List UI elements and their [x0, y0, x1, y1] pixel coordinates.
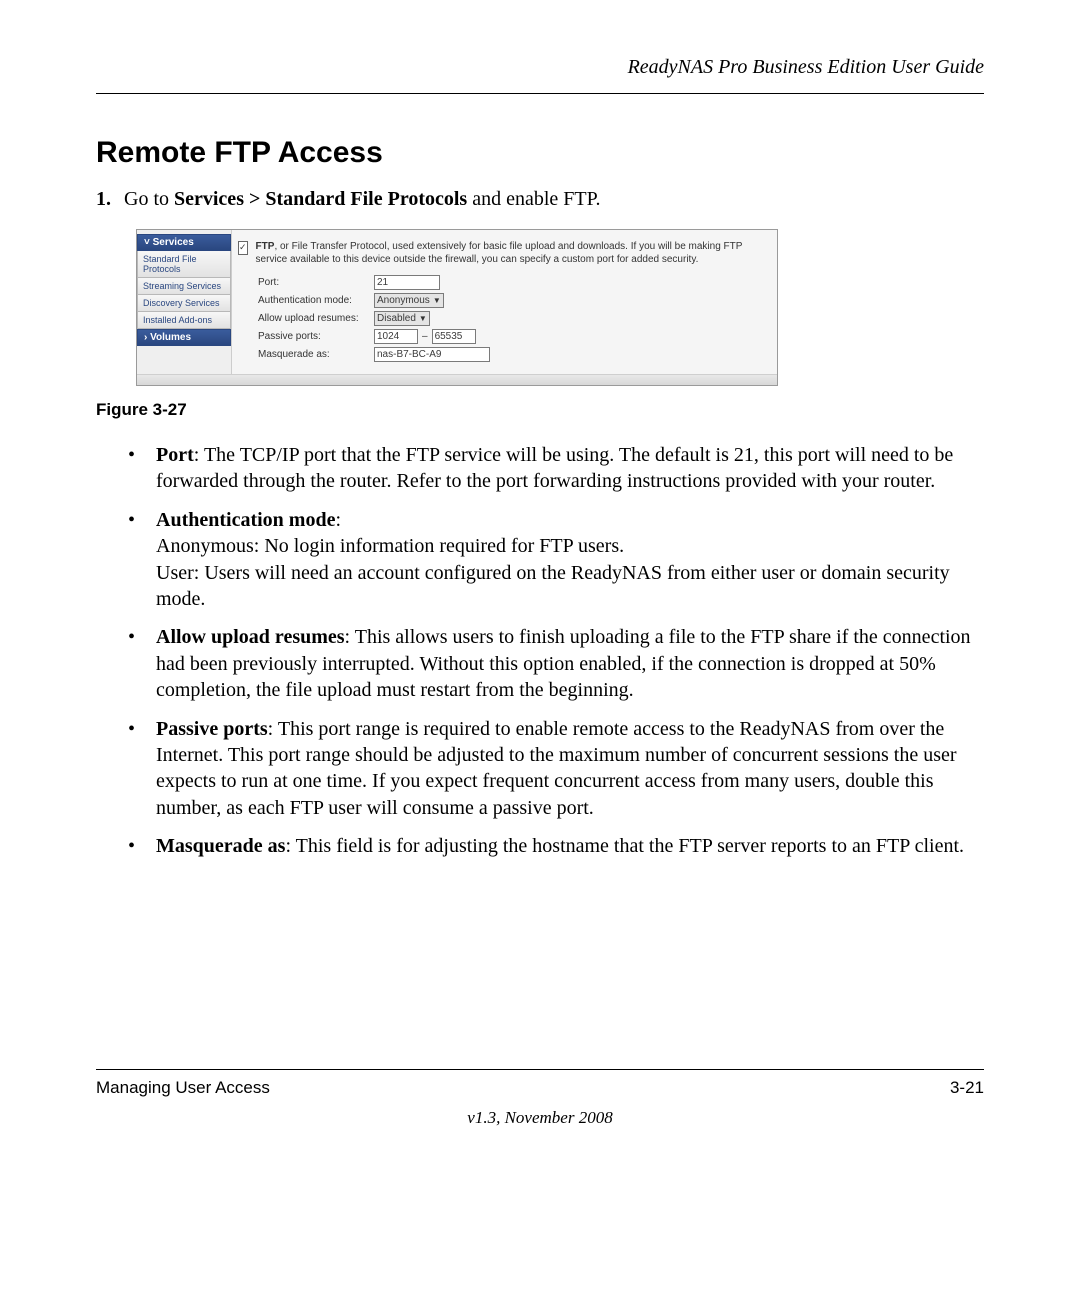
nav-sidebar: ˅ Services Standard File Protocols Strea…: [137, 230, 231, 374]
step-text: Go to Services > Standard File Protocols…: [124, 188, 984, 211]
passive-from-input[interactable]: 1024: [374, 329, 418, 344]
bullet-marker: •: [128, 507, 156, 613]
port-input[interactable]: 21: [374, 275, 440, 290]
masquerade-input[interactable]: nas-B7-BC-A9: [374, 347, 490, 362]
nav-item-installed-addons[interactable]: Installed Add-ons: [137, 312, 231, 329]
nav-header-volumes-label: Volumes: [150, 332, 191, 343]
bullet-resume-label: Allow upload resumes: [156, 626, 345, 648]
header-rule: [96, 93, 984, 94]
bullet-resume: • Allow upload resumes: This allows user…: [128, 624, 984, 703]
passive-to-input[interactable]: 65535: [432, 329, 476, 344]
bullet-port-label: Port: [156, 444, 194, 466]
bullet-passive-text: : This port range is required to enable …: [156, 718, 957, 819]
step-1: 1. Go to Services > Standard File Protoc…: [96, 188, 984, 211]
bullet-auth-line2: User: Users will need an account configu…: [156, 562, 950, 610]
screenshot-bottom-bar: [137, 374, 777, 385]
resume-select[interactable]: Disabled▼: [374, 311, 430, 326]
bullet-auth-colon: :: [335, 509, 341, 531]
ftp-desc-bold: FTP: [256, 241, 275, 252]
footer-row: Managing User Access 3-21: [96, 1078, 984, 1098]
footer-rule: [96, 1069, 984, 1070]
screenshot-ftp-settings: ˅ Services Standard File Protocols Strea…: [136, 229, 778, 386]
bullet-masq-text: : This field is for adjusting the hostna…: [285, 835, 964, 857]
auth-mode-value: Anonymous: [377, 295, 430, 306]
dropdown-icon: ▼: [433, 296, 441, 305]
bullet-passive: • Passive ports: This port range is requ…: [128, 716, 984, 822]
bullet-marker: •: [128, 833, 156, 859]
footer-version: v1.3, November 2008: [96, 1108, 984, 1128]
bullet-port: • Port: The TCP/IP port that the FTP ser…: [128, 442, 984, 495]
auth-mode-select[interactable]: Anonymous▼: [374, 293, 444, 308]
bullet-passive-label: Passive ports: [156, 718, 268, 740]
bullet-auth: • Authentication mode: Anonymous: No log…: [128, 507, 984, 613]
bullet-marker: •: [128, 716, 156, 822]
bullet-list: • Port: The TCP/IP port that the FTP ser…: [128, 442, 984, 859]
auth-mode-label: Authentication mode:: [258, 295, 374, 306]
nav-header-services[interactable]: ˅ Services: [137, 234, 231, 251]
content-panel: ✓ FTP, or File Transfer Protocol, used e…: [231, 230, 777, 374]
nav-item-discovery-services[interactable]: Discovery Services: [137, 295, 231, 312]
step-bold: Services > Standard File Protocols: [174, 188, 467, 210]
bullet-masquerade: • Masquerade as: This field is for adjus…: [128, 833, 984, 859]
nav-header-services-label: Services: [153, 237, 194, 248]
bullet-port-text: : The TCP/IP port that the FTP service w…: [156, 444, 953, 492]
ftp-desc-rest: , or File Transfer Protocol, used extens…: [256, 241, 743, 265]
passive-ports-label: Passive ports:: [258, 331, 374, 342]
step-number: 1.: [96, 188, 124, 211]
running-header: ReadyNAS Pro Business Edition User Guide: [96, 56, 984, 79]
masquerade-label: Masquerade as:: [258, 349, 374, 360]
bullet-marker: •: [128, 624, 156, 703]
nav-item-standard-file-protocols[interactable]: Standard File Protocols: [137, 251, 231, 278]
page-title: Remote FTP Access: [96, 136, 984, 170]
dropdown-icon: ▼: [419, 314, 427, 323]
resume-value: Disabled: [377, 313, 416, 324]
bullet-marker: •: [128, 442, 156, 495]
footer-page-number: 3-21: [950, 1078, 984, 1098]
bullet-auth-label: Authentication mode: [156, 509, 335, 531]
step-post: and enable FTP.: [467, 188, 600, 210]
resume-label: Allow upload resumes:: [258, 313, 374, 324]
passive-dash: –: [422, 331, 428, 342]
nav-item-streaming-services[interactable]: Streaming Services: [137, 278, 231, 295]
ftp-enable-checkbox[interactable]: ✓: [238, 241, 248, 255]
ftp-description: FTP, or File Transfer Protocol, used ext…: [256, 240, 767, 266]
port-label: Port:: [258, 277, 374, 288]
bullet-masq-label: Masquerade as: [156, 835, 285, 857]
bullet-auth-line1: Anonymous: No login information required…: [156, 535, 624, 557]
footer-section: Managing User Access: [96, 1078, 270, 1098]
step-pre: Go to: [124, 188, 174, 210]
nav-header-volumes[interactable]: › Volumes: [137, 329, 231, 346]
figure-caption: Figure 3-27: [96, 400, 984, 420]
